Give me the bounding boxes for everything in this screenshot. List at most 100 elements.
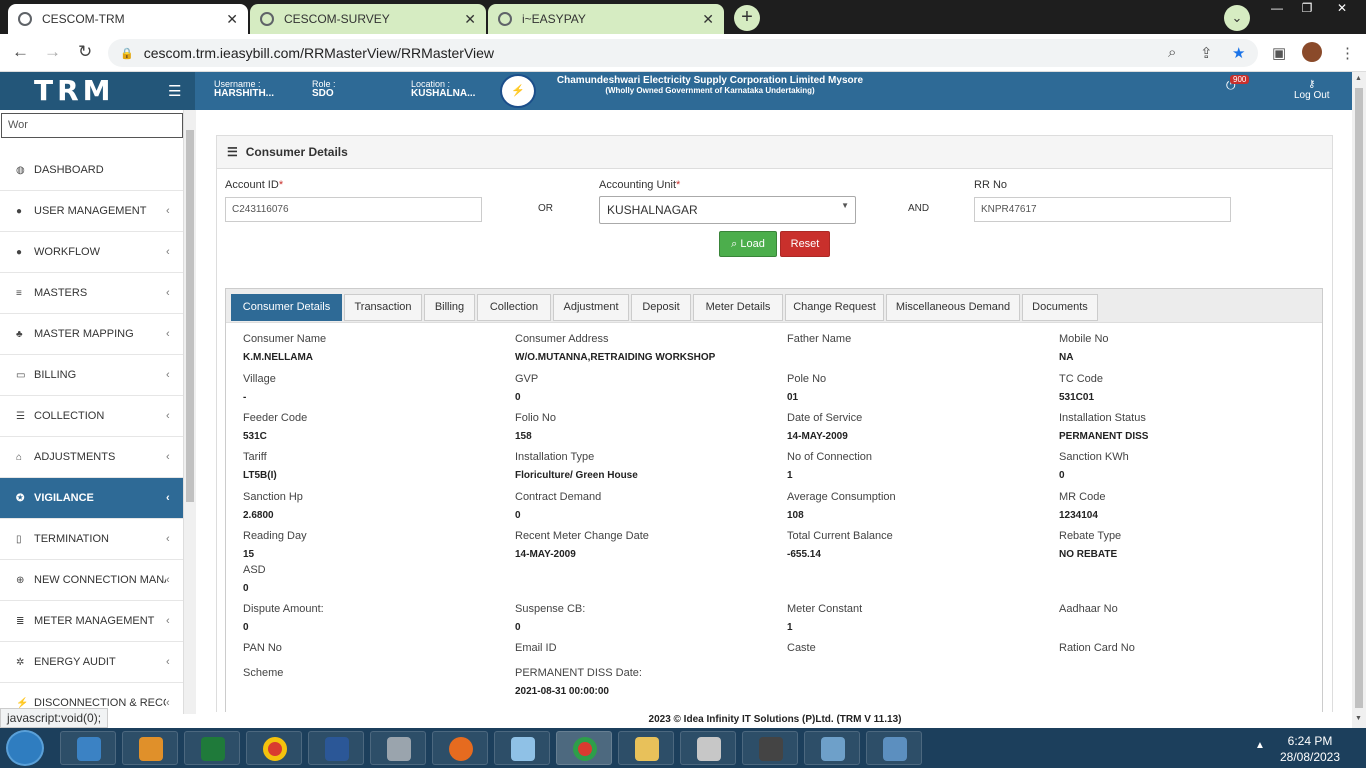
email-id-label: Email ID <box>515 642 557 654</box>
sidebar-item-billing[interactable]: ▭ BILLING ‹ <box>0 355 183 396</box>
installation-type-label: Installation Type <box>515 451 595 463</box>
accounting-unit-label: Accounting Unit* <box>599 179 680 191</box>
sidebar-item-masters[interactable]: ≡ MASTERS ‹ <box>0 273 183 314</box>
notification-button[interactable]: ⏻ 900 <box>1226 75 1250 93</box>
profile-avatar[interactable] <box>1302 42 1322 62</box>
sanction-hp-value: 2.6800 <box>243 510 274 521</box>
clock-time: 6:24 PM <box>1287 734 1333 748</box>
accounting-unit-label-text: Accounting Unit <box>599 179 677 191</box>
restore-icon[interactable]: ❐ <box>1292 0 1322 18</box>
sidebar-item-master-mapping[interactable]: ♣ MASTER MAPPING ‹ <box>0 314 183 355</box>
tab-collection[interactable]: Collection <box>477 294 551 321</box>
browser-tab-easypay[interactable]: i~EASYPAY ✕ <box>488 4 724 34</box>
taskbar-app-printer[interactable] <box>680 731 736 765</box>
taskbar-app-photos[interactable] <box>866 731 922 765</box>
window-close-icon[interactable]: ✕ <box>1322 0 1362 18</box>
scrollbar-thumb[interactable] <box>186 130 194 502</box>
sidebar-item-meter-management[interactable]: ≣ METER MANAGEMENT ‹ <box>0 601 183 642</box>
sidebar-item-new-connection-mana[interactable]: ⊕ NEW CONNECTION MANA...‹ <box>0 560 183 601</box>
taskbar-app-calculator[interactable] <box>370 731 426 765</box>
scrollbar-thumb[interactable] <box>1355 88 1363 708</box>
start-button[interactable] <box>6 730 44 766</box>
reset-button[interactable]: Reset <box>780 231 830 257</box>
new-tab-button[interactable]: + <box>734 5 760 31</box>
forward-icon[interactable]: → <box>44 42 61 62</box>
tab-consumer-details[interactable]: Consumer Details <box>231 294 342 321</box>
taskbar-app-notes[interactable] <box>60 731 116 765</box>
caste-label: Caste <box>787 642 816 654</box>
reload-icon[interactable]: ↻ <box>78 42 92 62</box>
taskbar-app-explorer[interactable] <box>618 731 674 765</box>
tab-meter-details[interactable]: Meter Details <box>693 294 783 321</box>
consumer-address-label: Consumer Address <box>515 333 609 345</box>
chevron-left-icon: ‹ <box>166 656 170 668</box>
rebate-type-label: Rebate Type <box>1059 530 1122 542</box>
accounting-unit-select[interactable]: KUSHALNAGAR ▼ <box>599 196 856 224</box>
sidebar-item-user-management[interactable]: ● USER MANAGEMENT ‹ <box>0 191 183 232</box>
tab-billing[interactable]: Billing <box>424 294 475 321</box>
menu-toggle-icon[interactable]: ☰ <box>168 82 181 100</box>
minimize-icon[interactable]: — <box>1262 0 1292 18</box>
tab-transaction[interactable]: Transaction <box>344 294 422 321</box>
taskbar-app-word[interactable] <box>308 731 364 765</box>
dropdown-caret-icon: ▼ <box>841 201 849 210</box>
taskbar-app-firefox[interactable] <box>432 731 488 765</box>
taskbar-app-network[interactable] <box>804 731 860 765</box>
taskbar-clock[interactable]: 6:24 PM 28/08/2023 <box>1270 733 1350 765</box>
sidebar-item-workflow[interactable]: ● WORKFLOW ‹ <box>0 232 183 273</box>
consumer-name-label: Consumer Name <box>243 333 327 345</box>
page-scrollbar[interactable]: ▲ ▼ <box>1352 72 1366 728</box>
sidebar-item-energy-audit[interactable]: ✲ ENERGY AUDIT ‹ <box>0 642 183 683</box>
chevron-left-icon: ‹ <box>166 697 170 709</box>
zoom-icon[interactable]: ⌕ <box>1168 44 1176 61</box>
taskbar-app-media[interactable] <box>122 731 178 765</box>
tab-change-request[interactable]: Change Request <box>785 294 884 321</box>
role-value: SDO <box>312 88 334 99</box>
list-icon: ≣ <box>16 615 25 627</box>
close-icon[interactable]: ✕ <box>464 11 476 28</box>
sidebar-item-termination[interactable]: ▯ TERMINATION ‹ <box>0 519 183 560</box>
share-icon[interactable]: ⇪ <box>1200 44 1213 62</box>
sidebar-item-dashboard[interactable]: ◍ DASHBOARD <box>0 150 183 191</box>
browser-tab-cescom-survey[interactable]: CESCOM-SURVEY ✕ <box>250 4 486 34</box>
close-icon[interactable]: ✕ <box>226 11 238 28</box>
sidebar-item-collection[interactable]: ☰ COLLECTION ‹ <box>0 396 183 437</box>
close-icon[interactable]: ✕ <box>702 11 714 28</box>
tab-miscellaneous-demand[interactable]: Miscellaneous Demand <box>886 294 1020 321</box>
app-logo[interactable]: TRM <box>0 72 195 110</box>
side-panel-icon[interactable]: ▣ <box>1272 44 1286 62</box>
tab-search-button[interactable]: ⌄ <box>1224 5 1250 31</box>
meter-constant-value: 1 <box>787 622 793 633</box>
chevron-left-icon: ‹ <box>166 451 170 463</box>
sidebar-search-input[interactable]: Wor <box>1 113 183 138</box>
sidebar-scrollbar[interactable] <box>184 110 196 714</box>
taskbar-app-excel[interactable] <box>184 731 240 765</box>
taskbar-app-chrome-active[interactable] <box>556 731 612 765</box>
sidebar-item-vigilance[interactable]: ✪ VIGILANCE ‹ <box>0 478 183 519</box>
more-menu-icon[interactable]: ⋮ <box>1340 44 1355 62</box>
logout-button[interactable]: ⚷ Log Out <box>1294 79 1330 101</box>
url-text: cescom.trm.ieasybill.com/RRMasterView/RR… <box>143 45 495 61</box>
back-icon[interactable]: ← <box>12 42 29 62</box>
taskbar-app-printer-2[interactable] <box>742 731 798 765</box>
tab-adjustment[interactable]: Adjustment <box>553 294 629 321</box>
recent-meter-change-date-value: 14-MAY-2009 <box>515 549 576 560</box>
tab-documents[interactable]: Documents <box>1022 294 1098 321</box>
taskbar-app-chrome[interactable] <box>246 731 302 765</box>
scroll-up-icon[interactable]: ▲ <box>1355 75 1362 82</box>
bookmark-star-icon[interactable]: ★ <box>1232 44 1245 62</box>
taskbar-app-wordpad[interactable] <box>494 731 550 765</box>
tab-deposit[interactable]: Deposit <box>631 294 691 321</box>
scroll-down-icon[interactable]: ▼ <box>1355 715 1362 722</box>
browser-tab-cescom-trm[interactable]: CESCOM-TRM ✕ <box>8 4 248 34</box>
tray-expand-icon[interactable]: ▲ <box>1255 740 1265 751</box>
account-id-label: Account ID* <box>225 179 283 191</box>
sidebar-item-adjustments[interactable]: ⌂ ADJUSTMENTS ‹ <box>0 437 183 478</box>
chevron-left-icon: ‹ <box>166 205 170 217</box>
username-value: HARSHITH... <box>214 88 274 99</box>
rr-no-input[interactable]: KNPR47617 <box>974 197 1231 222</box>
chevron-left-icon: ‹ <box>166 533 170 545</box>
load-button[interactable]: ⌕ Load <box>719 231 777 257</box>
account-id-input[interactable]: C243116076 <box>225 197 482 222</box>
url-input[interactable]: 🔒 cescom.trm.ieasybill.com/RRMasterView/… <box>108 39 1258 67</box>
